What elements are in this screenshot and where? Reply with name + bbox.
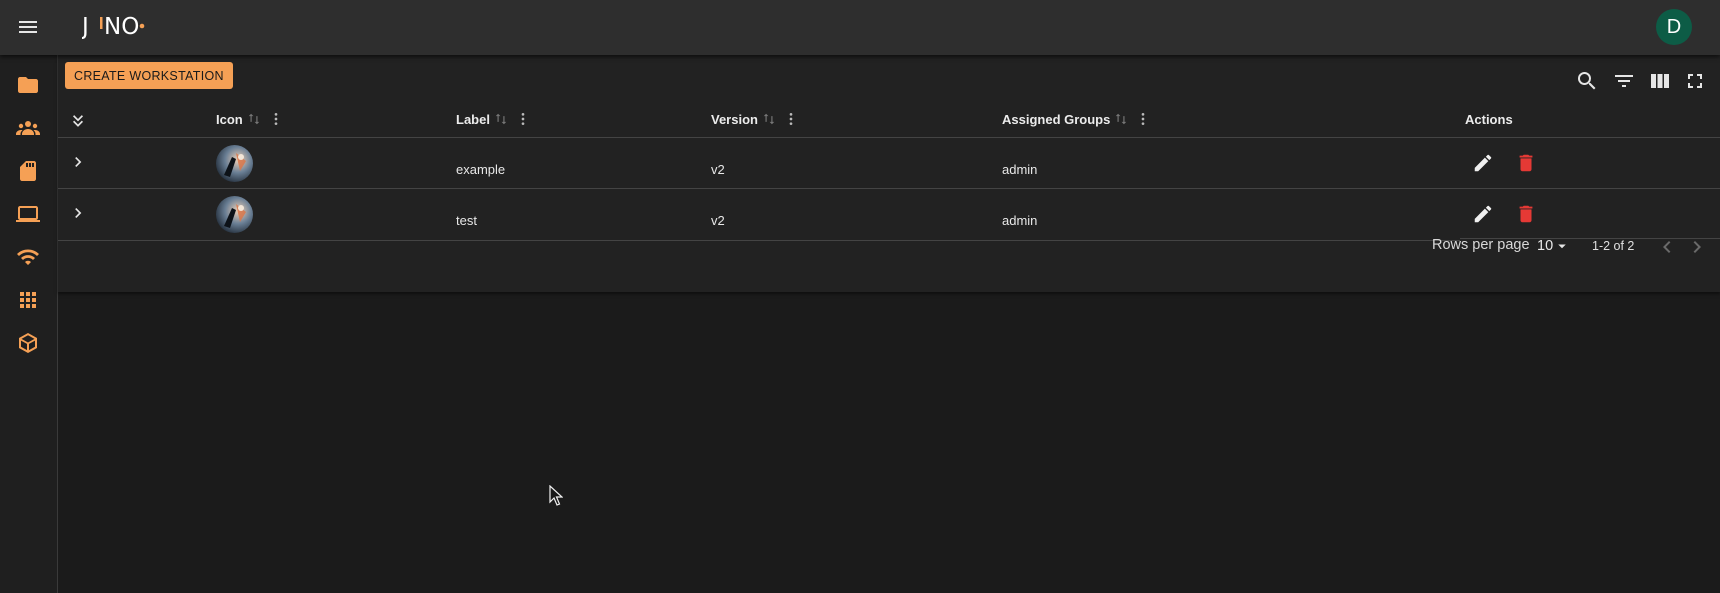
app-bar: J NO D — [0, 0, 1720, 55]
sort-icon[interactable] — [762, 112, 776, 126]
column-header-label: Icon — [216, 111, 243, 127]
sort-icon[interactable] — [1114, 112, 1128, 126]
rows-per-page-value: 10 — [1537, 238, 1554, 254]
delete-icon[interactable] — [1515, 203, 1537, 225]
filter-icon[interactable] — [1612, 69, 1636, 93]
folder-icon[interactable] — [16, 73, 40, 97]
package-icon[interactable] — [16, 331, 40, 355]
column-header-version[interactable]: Version — [711, 110, 799, 128]
menu-icon[interactable] — [16, 15, 40, 39]
apps-grid-icon[interactable] — [16, 288, 40, 312]
row-version: v2 — [711, 213, 725, 228]
column-header-actions: Actions — [1465, 110, 1513, 128]
main-content: CREATE WORKSTATION Icon Label Version As… — [58, 55, 1720, 593]
laptop-icon[interactable] — [16, 202, 40, 226]
expand-all-icon[interactable] — [68, 111, 88, 131]
row-assigned-groups: admin — [1002, 162, 1038, 177]
rows-per-page-select[interactable]: 10 — [1537, 237, 1571, 255]
row-assigned-groups: admin — [1002, 213, 1038, 228]
column-header-label-col[interactable]: Label — [456, 110, 531, 128]
row-version: v2 — [711, 162, 725, 177]
svg-text:NO: NO — [104, 14, 139, 40]
mouse-cursor-icon — [549, 485, 563, 506]
row-divider — [58, 240, 1460, 241]
column-header-label: Assigned Groups — [1002, 111, 1111, 127]
fullscreen-icon[interactable] — [1683, 69, 1707, 93]
sd-card-icon[interactable] — [16, 159, 40, 183]
svg-text:J: J — [82, 14, 90, 40]
column-header-icon[interactable]: Icon — [216, 110, 284, 128]
chevron-right-icon[interactable] — [68, 203, 88, 223]
column-menu-icon[interactable] — [268, 111, 284, 127]
user-avatar[interactable]: D — [1656, 9, 1692, 45]
header-divider — [58, 137, 1720, 138]
workstation-icon-image — [216, 145, 253, 182]
edit-icon[interactable] — [1472, 152, 1494, 174]
column-header-label: Version — [711, 111, 758, 127]
sort-icon[interactable] — [247, 112, 261, 126]
row-label: test — [456, 213, 477, 228]
row-divider — [58, 188, 1720, 189]
edit-icon[interactable] — [1472, 203, 1494, 225]
previous-page-icon[interactable] — [1655, 235, 1679, 259]
workstations-table: CREATE WORKSTATION Icon Label Version As… — [58, 55, 1720, 292]
row-label: example — [456, 162, 506, 177]
workstation-icon-image — [216, 196, 253, 233]
column-menu-icon[interactable] — [783, 111, 799, 127]
create-workstation-button[interactable]: CREATE WORKSTATION — [65, 62, 233, 89]
sort-icon[interactable] — [494, 112, 508, 126]
juno-logo-mark: J NO — [82, 14, 145, 40]
pagination-range: 1-2 of 2 — [1592, 239, 1635, 253]
search-icon[interactable] — [1575, 69, 1599, 93]
column-header-label: Label — [456, 111, 490, 127]
column-header-label: Actions — [1465, 111, 1513, 127]
column-menu-icon[interactable] — [515, 111, 531, 127]
column-header-assigned-groups[interactable]: Assigned Groups — [1002, 110, 1151, 128]
delete-icon[interactable] — [1515, 152, 1537, 174]
wifi-icon[interactable] — [16, 245, 40, 269]
column-menu-icon[interactable] — [1135, 111, 1151, 127]
juno-logo: J NO — [82, 12, 160, 40]
columns-icon[interactable] — [1648, 69, 1672, 93]
dropdown-arrow-icon — [1558, 244, 1566, 249]
groups-icon[interactable] — [16, 116, 40, 140]
side-navigation — [0, 55, 58, 593]
rows-per-page-label: Rows per page — [1432, 237, 1530, 253]
next-page-icon[interactable] — [1685, 235, 1709, 259]
chevron-right-icon[interactable] — [68, 152, 88, 172]
